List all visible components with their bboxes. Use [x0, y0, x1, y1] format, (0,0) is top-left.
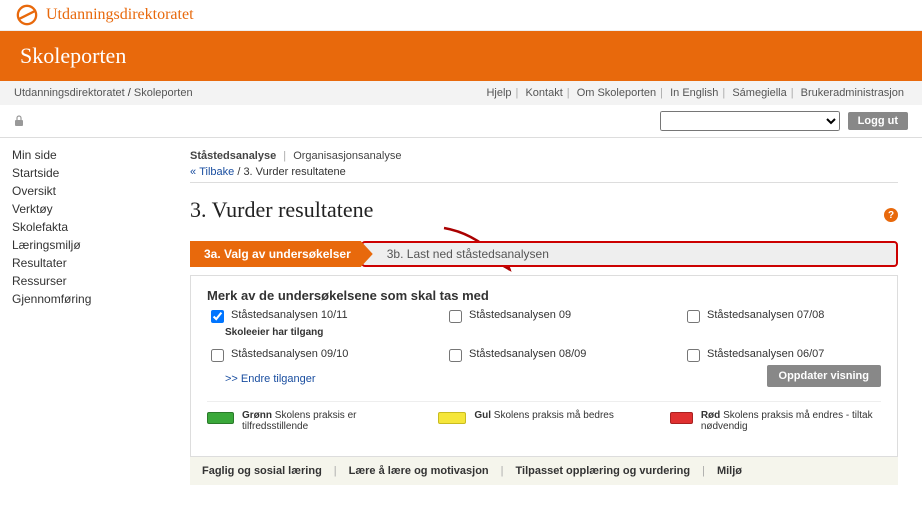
util-link[interactable]: Om Skoleporten	[577, 87, 656, 99]
survey-checkbox[interactable]: Ståstedsanalysen 07/08	[683, 309, 881, 326]
survey-checkbox-input[interactable]	[449, 310, 462, 323]
update-view-button[interactable]: Oppdater visning	[767, 365, 881, 387]
top-breadcrumb: Utdanningsdirektoratet / Skoleporten	[14, 87, 193, 99]
util-link[interactable]: Kontakt	[525, 87, 562, 99]
sidebar-item[interactable]: Startside	[12, 164, 182, 182]
swatch-yellow	[438, 412, 466, 424]
divider	[190, 182, 898, 183]
checkbox-label: Ståstedsanalysen 09/10	[231, 348, 348, 360]
tab-3a[interactable]: 3a. Valg av undersøkelser	[190, 241, 373, 267]
category-tab[interactable]: Tilpasset opplæring og vurdering	[516, 465, 691, 477]
sidebar: Min side Startside Oversikt Verktøy Skol…	[0, 138, 182, 493]
survey-checkbox-input[interactable]	[211, 310, 224, 323]
back-tail: 3. Vurder resultatene	[243, 166, 345, 178]
tab-3b-label: 3b. Last ned ståstedsanalysen	[387, 247, 549, 261]
util-links: Hjelp| Kontakt| Om Skoleporten| In Engli…	[482, 87, 908, 99]
survey-row: Ståstedsanalysen 09/10 Ståstedsanalysen …	[207, 348, 881, 365]
sidebar-item[interactable]: Resultater	[12, 254, 182, 272]
back-link[interactable]: Tilbake	[190, 166, 234, 178]
change-access-link[interactable]: >> Endre tilganger	[225, 373, 316, 385]
legend-yellow: Gul Skolens praksis må bedres	[438, 410, 649, 432]
crumb-a: Ståstedsanalyse	[190, 150, 276, 162]
sidebar-item[interactable]: Oversikt	[12, 182, 182, 200]
access-note: Skoleeier har tilgang	[225, 327, 405, 338]
survey-checkbox-input[interactable]	[687, 349, 700, 362]
tab-3b-highlighted[interactable]: 3b. Last ned ståstedsanalysen	[361, 241, 898, 267]
utility-bar: Utdanningsdirektoratet / Skoleporten Hje…	[0, 81, 922, 105]
sidebar-item[interactable]: Min side	[12, 146, 182, 164]
help-icon[interactable]: ?	[884, 208, 898, 222]
breadcrumb-link-b[interactable]: Skoleporten	[134, 87, 193, 99]
portal-title: Skoleporten	[20, 43, 902, 69]
page-breadcrumb: Ståstedsanalyse | Organisasjonsanalyse	[190, 150, 898, 162]
util-link[interactable]: Brukeradministrasjon	[801, 87, 904, 99]
swatch-red	[670, 412, 693, 424]
legend-red: Rød Skolens praksis må endres - tiltak n…	[670, 410, 881, 432]
legend: Grønn Skolens praksis er tilfredsstillen…	[207, 401, 881, 440]
main-content: Ståstedsanalyse | Organisasjonsanalyse T…	[182, 138, 922, 493]
brand-icon	[16, 4, 38, 26]
util-link[interactable]: Sámegiella	[732, 87, 786, 99]
role-select[interactable]	[660, 111, 840, 131]
checkbox-label: Ståstedsanalysen 06/07	[707, 348, 824, 360]
step-tabs: 3a. Valg av undersøkelser 3b. Last ned s…	[190, 241, 898, 267]
survey-checkbox[interactable]: Ståstedsanalysen 08/09	[445, 348, 643, 365]
page-title: 3. Vurder resultatene	[190, 197, 898, 223]
checkbox-label: Ståstedsanalysen 09	[469, 309, 571, 321]
checkbox-label: Ståstedsanalysen 10/11	[231, 309, 348, 321]
brand-directorate: Utdanningsdirektoratet	[46, 6, 194, 24]
lock-icon	[14, 115, 24, 127]
survey-row: Ståstedsanalysen 10/11 Skoleeier har til…	[207, 309, 881, 338]
crumb-b: Organisasjonsanalyse	[293, 150, 401, 162]
logout-button[interactable]: Logg ut	[848, 112, 908, 130]
panel-title: Merk av de undersøkelsene som skal tas m…	[207, 288, 881, 303]
category-tab[interactable]: Faglig og sosial læring	[202, 465, 322, 477]
back-row: Tilbake / 3. Vurder resultatene	[190, 166, 898, 178]
swatch-green	[207, 412, 234, 424]
checkbox-label: Ståstedsanalysen 07/08	[707, 309, 824, 321]
category-tabs: Faglig og sosial læring| Lære å lære og …	[190, 457, 898, 485]
breadcrumb-link-a[interactable]: Utdanningsdirektoratet	[14, 87, 125, 99]
survey-checkbox-input[interactable]	[211, 349, 224, 362]
sidebar-item[interactable]: Gjennomføring	[12, 290, 182, 308]
login-bar: Logg ut	[0, 105, 922, 138]
survey-checkbox-input[interactable]	[687, 310, 700, 323]
survey-checkbox-input[interactable]	[449, 349, 462, 362]
sidebar-item[interactable]: Verktøy	[12, 200, 182, 218]
legend-green: Grønn Skolens praksis er tilfredsstillen…	[207, 410, 418, 432]
category-tab[interactable]: Lære å lære og motivasjon	[349, 465, 489, 477]
checkbox-label: Ståstedsanalysen 08/09	[469, 348, 586, 360]
survey-checkbox[interactable]: Ståstedsanalysen 06/07	[683, 348, 881, 365]
portal-title-bar: Skoleporten	[0, 31, 922, 81]
survey-checkbox[interactable]: Ståstedsanalysen 09/10	[207, 348, 405, 365]
util-link[interactable]: Hjelp	[486, 87, 511, 99]
survey-checkbox[interactable]: Ståstedsanalysen 09	[445, 309, 643, 326]
brand-bar: Utdanningsdirektoratet	[0, 0, 922, 31]
util-link[interactable]: In English	[670, 87, 718, 99]
category-tab[interactable]: Miljø	[717, 465, 742, 477]
survey-checkbox[interactable]: Ståstedsanalysen 10/11	[207, 309, 405, 326]
survey-panel: Merk av de undersøkelsene som skal tas m…	[190, 275, 898, 457]
sidebar-item[interactable]: Skolefakta	[12, 218, 182, 236]
sidebar-item[interactable]: Ressurser	[12, 272, 182, 290]
sidebar-item[interactable]: Læringsmiljø	[12, 236, 182, 254]
